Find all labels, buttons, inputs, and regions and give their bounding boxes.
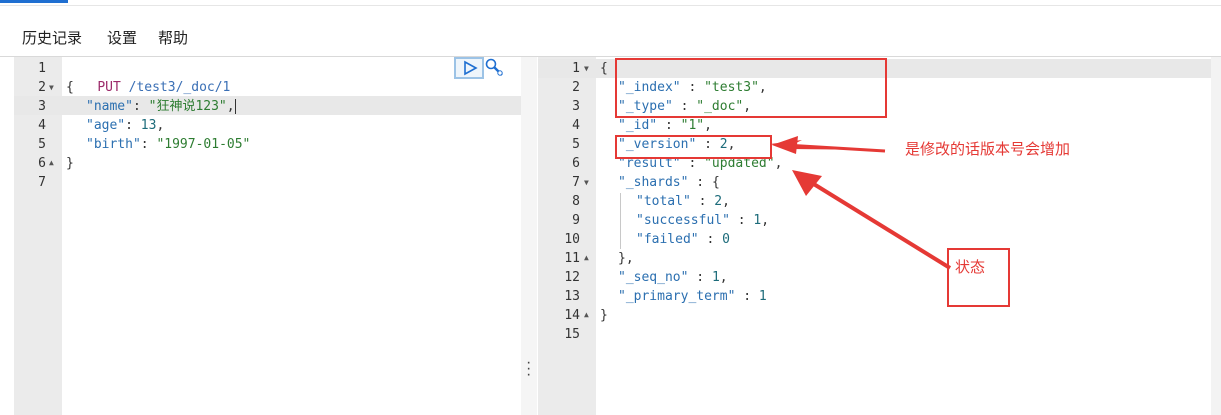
response-line: "failed" : 0	[636, 232, 730, 247]
line-number: 14	[564, 308, 580, 323]
fold-open-icon[interactable]: ▼	[49, 83, 54, 92]
line-number: 11	[564, 251, 580, 266]
line-number: 15	[564, 327, 580, 342]
json-key: "birth"	[86, 137, 141, 152]
request-line: }	[66, 154, 74, 173]
json-comma: ,	[722, 194, 730, 209]
response-line: "_shards" : {	[618, 175, 720, 190]
resize-handle-icon[interactable]: · · ·	[526, 355, 531, 383]
request-line: "age": 13,	[86, 118, 165, 133]
response-line: }	[600, 306, 608, 325]
top-separator	[0, 5, 1221, 6]
line-number: 1	[38, 61, 46, 76]
json-value: 1	[711, 270, 720, 285]
json-key: "_primary_term"	[618, 289, 736, 304]
open-brace: {	[600, 61, 608, 76]
line-number: 10	[564, 232, 580, 247]
json-key: "_seq_no"	[618, 270, 689, 285]
fold-close-icon[interactable]: ▲	[49, 158, 54, 167]
run-button[interactable]	[454, 57, 484, 79]
json-value: 0	[722, 232, 730, 247]
json-key: "_shards"	[618, 175, 689, 190]
json-value: 2	[714, 194, 723, 209]
line-number: 9	[572, 213, 580, 228]
response-line: },	[618, 249, 634, 268]
menu-bar: 历史记录 设置 帮助	[0, 20, 1221, 57]
request-line: "name": "狂神说123",	[86, 97, 244, 116]
menu-history[interactable]: 历史记录	[22, 27, 82, 48]
response-line: "_seq_no" : 1,	[618, 270, 728, 285]
line-number: 6	[38, 156, 46, 171]
json-comma: ,	[774, 156, 783, 171]
response-line: "successful" : 1,	[636, 213, 770, 228]
request-line: PUT /test3/_doc/1	[66, 59, 230, 95]
request-line: {	[66, 78, 74, 97]
scrollbar[interactable]	[1211, 57, 1221, 415]
json-key: "age"	[86, 118, 126, 133]
json-value: "狂神说123"	[148, 99, 227, 114]
wrench-icon[interactable]	[484, 57, 506, 79]
json-key: "_id"	[618, 118, 658, 133]
close-brace: },	[618, 251, 634, 266]
response-line: {	[600, 59, 608, 78]
line-number: 8	[572, 194, 580, 209]
close-brace: }	[600, 308, 608, 323]
line-number: 6	[572, 156, 580, 171]
line-number: 12	[564, 270, 580, 285]
fold-open-icon[interactable]: ▼	[584, 64, 589, 73]
menu-settings[interactable]: 设置	[107, 27, 137, 48]
close-brace: }	[66, 156, 74, 171]
json-key: "failed"	[636, 232, 699, 247]
json-value: "1"	[680, 118, 705, 133]
response-line: "total" : 2,	[636, 194, 730, 209]
line-number: 1	[572, 61, 580, 76]
line-number: 3	[572, 99, 580, 114]
line-number: 4	[572, 118, 580, 133]
json-key: "name"	[86, 99, 133, 114]
line-number: 3	[38, 99, 46, 114]
line-number: 4	[38, 118, 46, 133]
annotation-version-note: 是修改的话版本号会增加	[905, 141, 1071, 158]
line-number: 2	[38, 80, 46, 95]
annotation-box-index-type	[615, 58, 887, 118]
request-line: "birth": "1997-01-05"	[86, 137, 251, 152]
json-comma: ,	[719, 270, 728, 285]
fold-close-icon[interactable]: ▲	[584, 253, 589, 262]
request-editor[interactable]: 1 2 ▼ 3 4 5 6 ▲ 7 PUT /test3/_doc/1 { "n…	[14, 57, 521, 415]
http-method: PUT	[97, 80, 121, 95]
open-brace: {	[66, 80, 74, 95]
json-comma: ,	[704, 118, 712, 133]
line-number: 13	[564, 289, 580, 304]
json-comma: ,	[761, 213, 770, 228]
json-value: 13	[140, 118, 157, 133]
response-line: "_primary_term" : 1	[618, 289, 767, 304]
annotation-box-version	[615, 135, 772, 159]
active-tab-indicator	[0, 0, 68, 3]
menu-help[interactable]: 帮助	[158, 27, 188, 48]
response-line: "_id" : "1",	[618, 118, 712, 133]
annotation-status-note: 状态	[955, 259, 986, 276]
json-value: {	[711, 175, 720, 190]
request-path: /test3/_doc/1	[128, 80, 231, 95]
json-value: 1	[758, 289, 767, 304]
json-key: "successful"	[636, 213, 730, 228]
line-number: 7	[38, 175, 46, 190]
line-number: 7	[572, 175, 580, 190]
indent-guide	[620, 193, 621, 249]
text-cursor	[234, 99, 244, 114]
play-icon	[464, 60, 478, 76]
line-number: 5	[38, 137, 46, 152]
line-number: 5	[572, 137, 580, 152]
json-comma: ,	[156, 118, 165, 133]
json-key: "total"	[636, 194, 691, 209]
line-number: 2	[572, 80, 580, 95]
fold-open-icon[interactable]: ▼	[584, 178, 589, 187]
json-value: "1997-01-05"	[156, 137, 251, 152]
fold-close-icon[interactable]: ▲	[584, 310, 589, 319]
json-comma: ,	[226, 99, 235, 114]
